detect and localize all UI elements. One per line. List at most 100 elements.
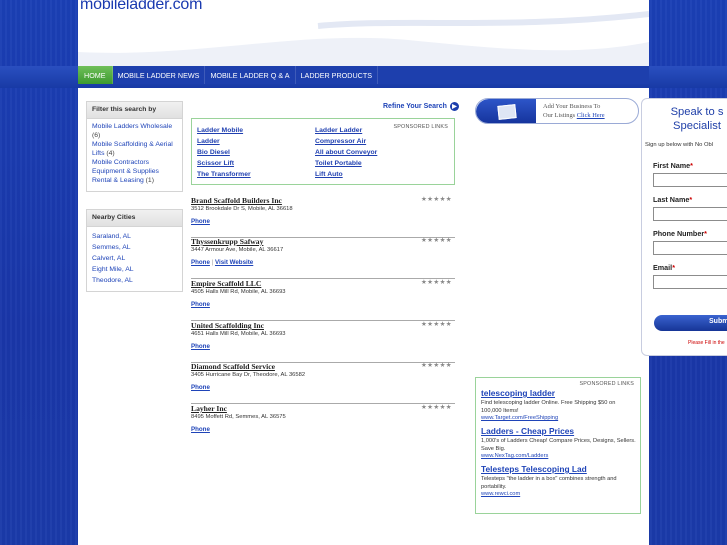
sponsored-link[interactable]: Toilet Portable — [315, 158, 377, 169]
refine-label: Refine Your Search — [383, 103, 447, 110]
phone-link[interactable]: Phone — [191, 301, 210, 308]
sponsored-ad: telescoping ladder Find telescoping ladd… — [481, 388, 637, 421]
last-name-field[interactable] — [653, 207, 727, 221]
ad-title-link[interactable]: Ladders - Cheap Prices — [481, 426, 637, 436]
first-name-field[interactable] — [653, 173, 727, 187]
phone-link[interactable]: Phone — [191, 218, 210, 225]
star-rating-icon: ★★★★★ — [420, 404, 452, 411]
business-listing: Layher Inc ★★★★★ 8495 Moffett Rd, Semmes… — [191, 404, 455, 446]
sponsored-link[interactable]: All about Conveyor — [315, 147, 377, 158]
sponsored-tag: SPONSORED LINKS — [579, 381, 634, 387]
nav-home[interactable]: HOME — [78, 66, 113, 84]
required-mark: * — [704, 229, 707, 238]
first-name-label: First Name* — [653, 161, 693, 170]
ad-url-link[interactable]: www.Target.com/FreeShipping — [481, 415, 637, 421]
form-heading: Speak to s Specialist — [642, 99, 727, 139]
submit-button[interactable]: Subm — [654, 315, 727, 331]
document-icon — [497, 104, 517, 120]
listing-address: 4505 Halls Mill Rd, Mobile, AL 36693 — [191, 289, 286, 295]
main-nav: HOME MOBILE LADDER NEWS MOBILE LADDER Q … — [78, 66, 649, 84]
arrow-right-icon: ▶ — [449, 102, 459, 111]
filter-item-scaffolding[interactable]: Mobile Scaffolding & Aerial Lifts (4) — [92, 141, 177, 158]
ad-title-link[interactable]: Telesteps Telescoping Lad — [481, 464, 637, 474]
add-business-line2: Our Listings — [543, 111, 576, 119]
filter-item-label: Mobile Scaffolding & Aerial Lifts — [92, 141, 173, 157]
field-label: Phone Number — [653, 229, 705, 238]
business-listing: Diamond Scaffold Service ★★★★★ 3405 Hurr… — [191, 362, 455, 404]
filter-item-label: Mobile Ladders Wholesale — [92, 123, 173, 130]
cities-title: Nearby Cities — [87, 210, 182, 227]
add-business-banner[interactable]: Add Your Business To Our Listings Click … — [475, 98, 639, 124]
sponsored-ad: Ladders - Cheap Prices 1,000's of Ladder… — [481, 426, 637, 459]
field-label: First Name — [653, 161, 691, 170]
ad-url-link[interactable]: www.NexTag.com/Ladders — [481, 453, 637, 459]
listing-address: 4651 Halls Mill Rd, Mobile, AL 36693 — [191, 331, 286, 337]
speak-to-specialist-form: Speak to s Specialist Sign up below with… — [641, 98, 727, 356]
add-business-text: Add Your Business To Our Listings Click … — [543, 103, 605, 120]
click-here-link[interactable]: Click Here — [577, 112, 605, 119]
star-rating-icon: ★★★★★ — [420, 196, 452, 203]
star-rating-icon: ★★★★★ — [420, 321, 452, 328]
listing-links: Phone — [191, 343, 210, 350]
phone-link[interactable]: Phone — [191, 343, 210, 350]
sponsored-links-right: SPONSORED LINKS telescoping ladder Find … — [475, 377, 641, 514]
filter-panel: Filter this search by Mobile Ladders Who… — [86, 101, 183, 193]
listing-links: Phone — [191, 426, 210, 433]
listing-address: 8495 Moffett Rd, Semmes, AL 36575 — [191, 414, 286, 420]
ad-description: Telesteps "the ladder in a box" combines… — [481, 476, 617, 490]
filter-item-wholesale[interactable]: Mobile Ladders Wholesale (6) — [92, 123, 177, 140]
sponsored-link[interactable]: Bio Diesel — [197, 147, 251, 158]
form-heading-line1: Speak to s — [670, 106, 724, 118]
city-link[interactable]: Theodore, AL — [92, 275, 177, 286]
filter-title: Filter this search by — [87, 102, 182, 119]
listing-name[interactable]: Brand Scaffold Builders Inc — [191, 196, 282, 205]
sponsored-link[interactable]: Compressor Air — [315, 136, 377, 147]
sponsored-col-left: Ladder Mobile Ladder Bio Diesel Scissor … — [197, 125, 251, 180]
filter-item-count: (1) — [145, 176, 154, 184]
city-link[interactable]: Calvert, AL — [92, 253, 177, 264]
field-label: Last Name — [653, 195, 690, 204]
listing-name[interactable]: Diamond Scaffold Service — [191, 362, 275, 371]
sponsored-link[interactable]: Lift Auto — [315, 169, 377, 180]
listing-name[interactable]: United Scaffolding Inc — [191, 321, 264, 330]
city-link[interactable]: Eight Mile, AL — [92, 264, 177, 275]
nav-mobile-ladder-news[interactable]: MOBILE LADDER NEWS — [113, 66, 206, 84]
ad-url-link[interactable]: www.rewci.com — [481, 491, 637, 497]
site-logo[interactable]: mobileladder.com — [80, 0, 202, 14]
filter-item-contractors[interactable]: Mobile Contractors Equipment & Supplies … — [92, 159, 177, 185]
listing-links: Phone | Visit Website — [191, 259, 254, 266]
star-rating-icon: ★★★★★ — [420, 279, 452, 286]
nav-mobile-ladder-qa[interactable]: MOBILE LADDER Q & A — [205, 66, 296, 84]
sponsored-link[interactable]: Scissor Lift — [197, 158, 251, 169]
listing-name[interactable]: Layher Inc — [191, 404, 227, 413]
phone-link[interactable]: Phone — [191, 259, 210, 266]
refine-search-link[interactable]: Refine Your Search ▶ — [383, 102, 459, 111]
sponsored-link[interactable]: Ladder — [197, 136, 251, 147]
phone-link[interactable]: Phone — [191, 426, 210, 433]
sponsored-link[interactable]: Ladder Ladder — [315, 125, 377, 136]
sponsored-links-top: SPONSORED LINKS Ladder Mobile Ladder Bio… — [191, 118, 455, 185]
listing-links: Phone — [191, 218, 210, 225]
listing-links: Phone — [191, 301, 210, 308]
phone-number-field[interactable] — [653, 241, 727, 255]
phone-number-label: Phone Number* — [653, 229, 707, 238]
phone-link[interactable]: Phone — [191, 384, 210, 391]
filter-list: Mobile Ladders Wholesale (6) Mobile Scaf… — [87, 119, 182, 191]
email-field[interactable] — [653, 275, 727, 289]
listing-name[interactable]: Empire Scaffold LLC — [191, 279, 261, 288]
sponsored-link[interactable]: The Transformer — [197, 169, 251, 180]
add-business-line1: Add Your Business To — [543, 103, 601, 110]
visit-website-link[interactable]: Visit Website — [215, 259, 253, 266]
city-link[interactable]: Semmes, AL — [92, 242, 177, 253]
sponsored-link[interactable]: Ladder Mobile — [197, 125, 251, 136]
listing-name[interactable]: Thyssenkrupp Safway — [191, 237, 263, 246]
nav-ladder-products[interactable]: LADDER PRODUCTS — [296, 66, 379, 84]
listing-address: 3512 Brookdale Dr S, Mobile, AL 36618 — [191, 206, 293, 212]
business-listing: United Scaffolding Inc ★★★★★ 4651 Halls … — [191, 321, 455, 363]
required-mark: * — [690, 161, 693, 170]
city-link[interactable]: Saraland, AL — [92, 231, 177, 242]
sponsored-tag: SPONSORED LINKS — [393, 124, 448, 130]
ad-title-link[interactable]: telescoping ladder — [481, 388, 637, 398]
last-name-label: Last Name* — [653, 195, 692, 204]
site-header: mobileladder.com — [78, 0, 649, 66]
